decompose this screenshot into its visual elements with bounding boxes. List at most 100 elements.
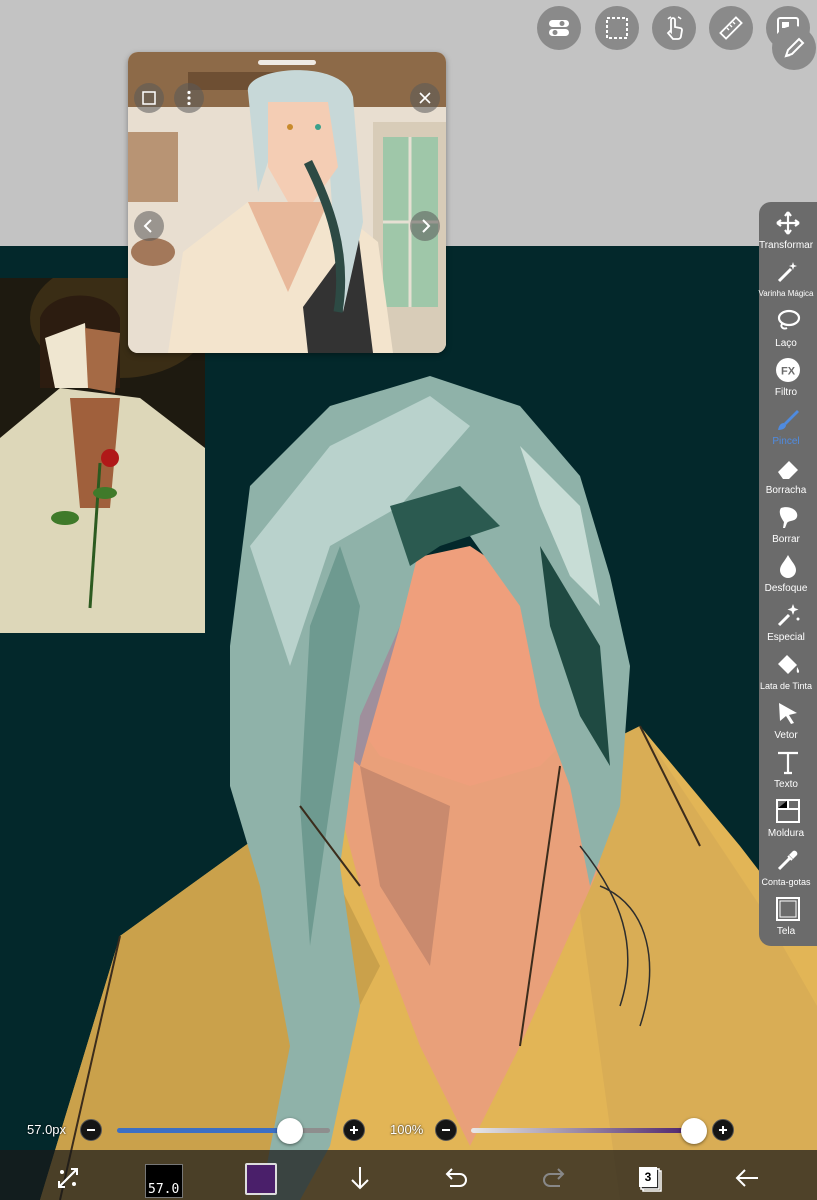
layers-button[interactable]: 3 xyxy=(637,1165,663,1193)
size-increase-button[interactable] xyxy=(343,1119,365,1141)
tool-label: Especial xyxy=(767,632,805,643)
more-button[interactable] xyxy=(174,83,204,113)
tool-lata-de-tinta[interactable]: Lata de Tinta xyxy=(759,648,817,697)
opacity-increase-button[interactable] xyxy=(712,1119,734,1141)
close-reference-button[interactable] xyxy=(410,83,440,113)
layer-count: 3 xyxy=(639,1167,657,1187)
chevron-right-icon xyxy=(422,219,431,233)
opacity-slider[interactable] xyxy=(471,1128,694,1133)
tool-texto[interactable]: Texto xyxy=(759,746,817,795)
tool-borrar[interactable]: Borrar xyxy=(759,501,817,550)
brush-icon xyxy=(778,410,799,430)
minus-icon xyxy=(442,1129,450,1131)
tool-transformar[interactable]: Transformar xyxy=(759,207,817,256)
pen-icon xyxy=(784,37,805,58)
tool-label: Lata de Tinta xyxy=(759,681,813,691)
tool-label: Tela xyxy=(776,926,796,937)
fit-button[interactable] xyxy=(134,83,164,113)
fit-square-icon xyxy=(142,91,156,105)
undo-icon xyxy=(445,1168,467,1187)
tool-label: Pincel xyxy=(772,436,800,447)
frame-icon xyxy=(776,799,800,823)
ibispaint-app: Transformar Varinha Mágica Laço FX Filtr… xyxy=(0,0,817,1200)
tool-label: Borrar xyxy=(772,534,800,545)
tool-moldura[interactable]: Moldura xyxy=(759,795,817,844)
plus-icon xyxy=(350,1126,358,1134)
reference-window[interactable] xyxy=(128,52,446,353)
toggle-button[interactable] xyxy=(537,6,581,50)
tool-borracha[interactable]: Borracha xyxy=(759,452,817,501)
brush-size-fill xyxy=(117,1128,290,1133)
tool-options-button[interactable] xyxy=(52,1162,84,1194)
tool-conta-gotas[interactable]: Conta-gotas xyxy=(759,844,817,893)
download-button[interactable] xyxy=(344,1162,376,1194)
hand-touch-icon xyxy=(666,16,683,40)
brush-preview-button[interactable]: 57.0 xyxy=(145,1164,183,1198)
tool-label: Filtro xyxy=(774,387,798,398)
tool-laco[interactable]: Laço xyxy=(759,305,817,354)
tool-label: Varinha Mágica xyxy=(758,289,814,298)
lasso-icon xyxy=(777,309,801,330)
more-vert-icon xyxy=(187,90,191,106)
minus-icon xyxy=(87,1129,95,1131)
tool-especial[interactable]: Especial xyxy=(759,599,817,648)
redo-icon xyxy=(543,1168,565,1187)
tool-varinha-magica[interactable]: Varinha Mágica xyxy=(759,256,817,305)
opacity-thumb[interactable] xyxy=(681,1118,707,1144)
tools-panel: Transformar Varinha Mágica Laço FX Filtr… xyxy=(759,202,817,946)
tool-label: Conta-gotas xyxy=(761,877,811,887)
brush-size-thumb[interactable] xyxy=(276,1118,303,1144)
ruler-button[interactable] xyxy=(709,6,753,50)
tool-label: Borracha xyxy=(765,485,807,496)
toggle-icon xyxy=(549,20,569,36)
paint-bucket-icon xyxy=(778,655,800,674)
opacity-value: 100% xyxy=(390,1122,424,1137)
tool-filtro[interactable]: FX Filtro xyxy=(759,354,817,403)
selection-rect-icon xyxy=(606,17,628,39)
smudge-icon xyxy=(779,507,798,528)
tool-tela[interactable]: Tela xyxy=(759,893,817,942)
transform-arrows-icon xyxy=(58,1168,78,1188)
tool-label: Moldura xyxy=(767,828,805,839)
undo-button[interactable] xyxy=(440,1162,472,1194)
fx-icon: FX xyxy=(776,358,800,382)
tool-label: Desfoque xyxy=(764,583,808,594)
brush-size-value: 57.0px xyxy=(27,1122,67,1137)
canvas-icon xyxy=(776,897,800,921)
brush-size-preview: 57.0 xyxy=(148,1182,180,1197)
text-t-icon xyxy=(778,751,798,775)
eyedropper-icon xyxy=(777,850,798,871)
size-decrease-button[interactable] xyxy=(80,1119,102,1141)
tool-label: Laço xyxy=(775,338,797,349)
tool-pincel[interactable]: Pincel xyxy=(759,403,817,452)
arrow-down-icon xyxy=(351,1167,369,1190)
blur-drop-icon xyxy=(780,555,796,578)
magic-wand-icon xyxy=(777,262,797,283)
reference-drag-handle[interactable] xyxy=(258,60,316,65)
tool-label: Texto xyxy=(774,779,798,790)
pen-button[interactable] xyxy=(772,26,816,70)
arrow-left-icon xyxy=(735,1169,758,1187)
gesture-button[interactable] xyxy=(652,6,696,50)
tool-desfoque[interactable]: Desfoque xyxy=(759,550,817,599)
back-button[interactable] xyxy=(731,1162,763,1194)
vector-arrow-icon xyxy=(779,703,797,724)
close-icon xyxy=(419,92,431,104)
current-color-button[interactable] xyxy=(245,1163,277,1195)
brush-sliders: 57.0px 100% xyxy=(0,1116,817,1146)
opacity-decrease-button[interactable] xyxy=(435,1119,457,1141)
bottom-toolbar xyxy=(0,1150,817,1200)
next-image-button[interactable] xyxy=(410,211,440,241)
plus-icon xyxy=(719,1126,727,1134)
tool-vetor[interactable]: Vetor xyxy=(759,697,817,746)
sparkle-icon xyxy=(777,604,800,627)
eraser-icon xyxy=(778,461,798,479)
chevron-left-icon xyxy=(143,219,152,233)
selection-button[interactable] xyxy=(595,6,639,50)
previous-image-button[interactable] xyxy=(134,211,164,241)
tool-label: Transformar xyxy=(758,240,814,251)
redo-button[interactable] xyxy=(538,1162,570,1194)
svg-text:FX: FX xyxy=(781,366,796,378)
move-icon xyxy=(776,211,800,235)
ruler-icon xyxy=(719,16,743,40)
